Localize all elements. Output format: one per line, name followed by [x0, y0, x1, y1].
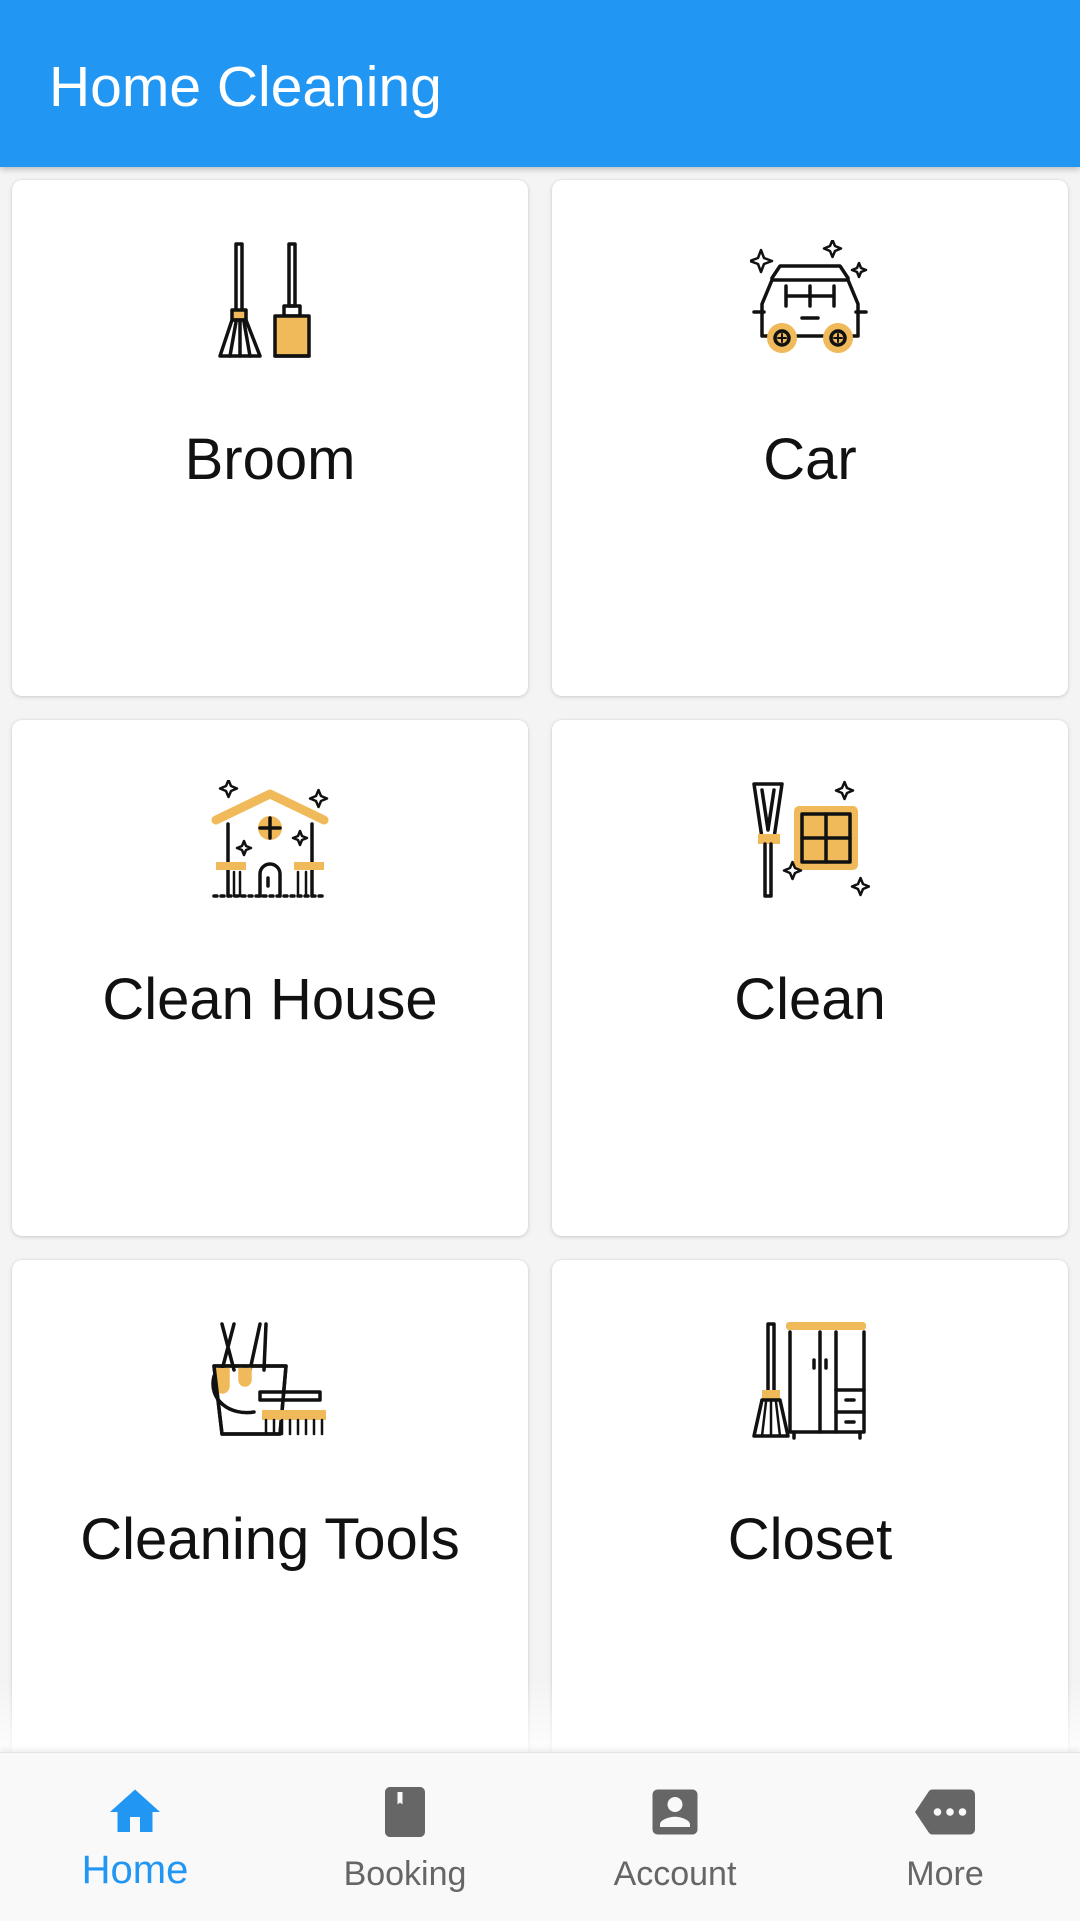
category-label: Clean	[734, 967, 886, 1032]
bookmark-icon	[385, 1787, 425, 1837]
category-label: Clean House	[102, 967, 438, 1032]
nav-item-booking[interactable]: Booking	[270, 1753, 540, 1921]
category-card-clean-house[interactable]: Clean House	[12, 720, 528, 1236]
nav-item-more[interactable]: More	[810, 1753, 1080, 1921]
category-label: Broom	[184, 427, 356, 492]
category-label: Cleaning Tools	[80, 1507, 460, 1572]
category-label: Closet	[727, 1507, 893, 1572]
nav-item-account[interactable]: Account	[540, 1753, 810, 1921]
category-card-car[interactable]: Car	[552, 180, 1068, 696]
account-icon	[652, 1789, 698, 1835]
nav-label-booking: Booking	[343, 1855, 467, 1893]
app-bar: Home Cleaning	[0, 0, 1080, 167]
category-label: Car	[763, 427, 857, 492]
closet-icon	[752, 1322, 866, 1440]
broom-icon	[218, 242, 311, 358]
car-icon	[750, 240, 868, 353]
bottom-navigation: Home Booking Account More	[0, 1752, 1080, 1921]
nav-label-more: More	[906, 1855, 984, 1893]
clean-house-icon	[211, 780, 329, 898]
more-icon	[915, 1789, 975, 1835]
nav-label-account: Account	[613, 1855, 737, 1893]
category-card-clean[interactable]: Clean	[552, 720, 1068, 1236]
window-cleaning-icon	[752, 780, 870, 898]
page-title: Home Cleaning	[49, 55, 442, 119]
home-icon	[110, 1789, 160, 1832]
category-card-broom[interactable]: Broom	[12, 180, 528, 696]
nav-label-home: Home	[81, 1848, 189, 1892]
nav-item-home[interactable]: Home	[0, 1753, 270, 1921]
bucket-icon	[211, 1322, 326, 1436]
scroll-fade	[0, 1680, 1080, 1752]
